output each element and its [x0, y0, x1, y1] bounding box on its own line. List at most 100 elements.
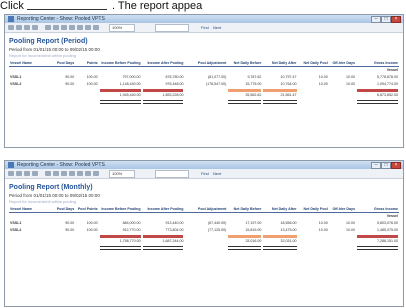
cell: 17,197.00	[245, 221, 262, 226]
total-cell: 21,561.47	[262, 88, 297, 105]
total-highlight	[263, 235, 297, 239]
instruction-caption: Click . The report appea	[0, 0, 406, 14]
export-icon[interactable]	[93, 25, 99, 30]
layout-icon[interactable]	[77, 25, 83, 30]
total-cell: 1,853,228.00	[142, 88, 185, 105]
cell: (178,547.00)	[205, 82, 227, 87]
print-icon[interactable]	[69, 25, 75, 30]
caption-link-placeholder[interactable]	[26, 0, 107, 10]
cell: 10.00	[346, 75, 356, 80]
report-period: Period from 01/01/15 00:00 to 09/02/15 0…	[9, 193, 100, 198]
total-highlight	[142, 235, 184, 239]
minimize-button[interactable]: –	[371, 16, 381, 23]
stop-icon[interactable]	[53, 25, 59, 30]
cell: 10.00	[346, 221, 356, 226]
cell: 100.00	[86, 228, 98, 233]
find-input[interactable]	[155, 24, 189, 32]
cell: 10.00	[318, 75, 328, 80]
zoom-select[interactable]: 100%	[109, 24, 135, 32]
total-cell: 33,016.00	[227, 234, 262, 251]
maximize-button[interactable]: □	[381, 16, 391, 23]
cell: 5,803,076.00	[377, 221, 398, 226]
maximize-button[interactable]: □	[381, 162, 391, 169]
report-note: Report for income/debit within pooling	[9, 199, 76, 204]
cell: 9,787.62	[247, 75, 262, 80]
cell: 5,778,878.00	[377, 75, 398, 80]
next-link[interactable]: Next	[213, 170, 221, 177]
export-icon[interactable]	[93, 171, 99, 176]
total-highlight	[228, 89, 262, 93]
layout-icon[interactable]	[77, 171, 83, 176]
window-titlebar[interactable]: Reporting Center - Show: Pooled VPTS – □…	[5, 15, 403, 23]
total-cell: 25,562.62	[227, 88, 262, 105]
window-titlebar[interactable]: Reporting Center - Show: Pooled VPTS – □…	[5, 161, 403, 169]
totals-row: 1,758,770.00 1,687,244.00 33,016.00 32,0…	[9, 234, 399, 251]
setup-icon[interactable]	[85, 25, 91, 30]
total-cell: 32,031.00	[262, 234, 297, 251]
refresh-icon[interactable]	[61, 25, 67, 30]
next-link[interactable]: Next	[213, 24, 221, 31]
first-page-icon[interactable]	[8, 171, 14, 176]
cell: 90.00	[65, 75, 75, 80]
last-page-icon[interactable]	[32, 25, 38, 30]
app-icon	[8, 162, 14, 168]
total-highlight	[357, 89, 398, 93]
total-cell: 7,288,151.00	[356, 234, 399, 251]
refresh-icon[interactable]	[61, 171, 67, 176]
total-cell: 1,945,440.00	[99, 88, 142, 105]
cell: 90.00	[65, 221, 75, 226]
find-input[interactable]	[155, 170, 189, 178]
next-page-icon[interactable]	[24, 171, 30, 176]
report-body: Pooling Report (Period) Period from 01/0…	[9, 37, 399, 147]
cell: 10.00	[346, 228, 356, 233]
report-toolbar: 100% Find Next	[5, 169, 403, 179]
first-page-icon[interactable]	[8, 25, 14, 30]
last-page-icon[interactable]	[32, 171, 38, 176]
cell: 1,094,774.00	[377, 82, 398, 87]
pooling-table: Vessel Name Pool Days Pool Points Income…	[9, 207, 399, 251]
stop-icon[interactable]	[53, 171, 59, 176]
table-row: VSSL1 90.00 100.00 846,000.00 913,440.00…	[9, 220, 399, 227]
group-row: Vessel	[9, 213, 399, 221]
cell[interactable]: VSSL2	[9, 227, 52, 234]
setup-icon[interactable]	[85, 171, 91, 176]
window-title: Reporting Center - Show: Pooled VPTS	[17, 162, 105, 168]
cell: 100.00	[86, 221, 98, 226]
cell[interactable]: VSSL1	[9, 220, 52, 227]
cell: 10.00	[346, 82, 356, 87]
app-icon	[8, 16, 14, 22]
report-note: Report for income/debit within pooling	[9, 53, 76, 58]
next-page-icon[interactable]	[24, 25, 30, 30]
pooling-table: Vessel Name Pool Days Points Income Befo…	[9, 61, 399, 105]
cell: 18,556.00	[280, 221, 297, 226]
back-icon[interactable]	[45, 25, 51, 30]
cell[interactable]: VSSL1	[9, 74, 52, 81]
cell: 10.00	[318, 221, 328, 226]
find-link[interactable]: Find	[201, 24, 209, 31]
window-title: Reporting Center - Show: Pooled VPTS	[17, 16, 105, 22]
cell: 15,819.00	[245, 228, 262, 233]
cell: 10,764.00	[280, 82, 297, 87]
total-cell: 1,758,770.00	[99, 234, 142, 251]
cell: 100.00	[86, 82, 98, 87]
prev-page-icon[interactable]	[16, 171, 22, 176]
cell: (77,125.00)	[207, 228, 227, 233]
caption-lead: Click	[0, 0, 24, 12]
minimize-button[interactable]: –	[371, 162, 381, 169]
table-row: VSSL1 90.00 100.00 797,000.00 876,780.00…	[9, 74, 399, 81]
group-row: Vessel	[9, 67, 399, 75]
cell: 100.00	[86, 75, 98, 80]
zoom-select[interactable]: 100%	[109, 170, 135, 178]
cell[interactable]: VSSL2	[9, 81, 52, 88]
find-link[interactable]: Find	[201, 170, 209, 177]
print-icon[interactable]	[69, 171, 75, 176]
cell: 10.00	[318, 228, 328, 233]
cell: 797,000.00	[122, 75, 141, 80]
close-button[interactable]: ×	[391, 162, 401, 169]
cell: 773,804.00	[165, 228, 184, 233]
group-label: Vessel	[386, 214, 398, 219]
back-icon[interactable]	[45, 171, 51, 176]
prev-page-icon[interactable]	[16, 25, 22, 30]
close-button[interactable]: ×	[391, 16, 401, 23]
caption-rest: . The report appea	[111, 0, 203, 12]
